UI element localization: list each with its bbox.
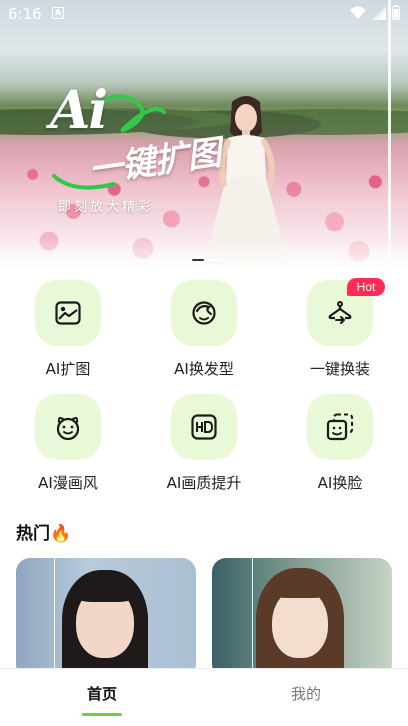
feature-ai-quality[interactable]: AI画质提升 (136, 392, 272, 502)
card-model-bangs (74, 580, 136, 602)
wifi-icon (350, 6, 366, 19)
feature-ai-hairstyle[interactable]: AI换发型 (136, 278, 272, 388)
bottom-nav: 首页 我的 (0, 668, 408, 726)
cartoon-face-icon (56, 417, 80, 440)
feature-ai-cartoon[interactable]: AI漫画风 (0, 392, 136, 502)
brand-ai-mark: Ai (50, 80, 108, 141)
card-compare-divider (252, 558, 253, 678)
card-model-bangs (268, 578, 332, 598)
feature-tile[interactable] (171, 280, 237, 346)
card-compare-divider (54, 558, 55, 678)
nav-label: 首页 (86, 685, 117, 703)
face-swap-icon (326, 413, 353, 441)
feature-tile[interactable] (35, 280, 101, 346)
status-bar: 6:16 A (0, 0, 408, 28)
signal-icon (372, 5, 386, 20)
feature-label: AI漫画风 (38, 474, 98, 492)
carousel-dot (208, 259, 222, 261)
hot-card[interactable] (16, 558, 196, 678)
home-screen: Ai 一键扩图 即刻放大精彩 6:16 A AI扩图 AI换发型 一键换装 AI… (0, 0, 408, 726)
outfit-icon (328, 301, 352, 324)
banner-fade (0, 238, 408, 278)
fire-icon: 🔥 (50, 524, 72, 544)
feature-label: 一键换装 (309, 360, 370, 378)
card-model-face (272, 588, 328, 658)
hd-icon (191, 414, 217, 440)
status-time: 6:16 (8, 5, 42, 23)
carousel-dot-active (192, 259, 204, 261)
feature-label: AI换发型 (174, 360, 234, 378)
carousel-indicator (192, 259, 222, 261)
notification-icon: A (52, 7, 64, 19)
feature-tile[interactable] (171, 394, 237, 460)
hot-badge: Hot (347, 278, 385, 296)
feature-outfit-change[interactable]: 一键换装 (272, 278, 408, 388)
feature-ai-expand[interactable]: AI扩图 (0, 278, 136, 388)
battery-icon (392, 5, 400, 20)
nav-item-home[interactable]: 首页 (0, 669, 204, 726)
feature-label: AI画质提升 (166, 474, 242, 492)
nav-active-indicator (82, 713, 122, 716)
banner-subtitle: 即刻放大精彩 (58, 200, 155, 215)
feature-label: AI换脸 (317, 474, 363, 492)
hot-section-title: 热门🔥 (16, 519, 71, 544)
hot-card[interactable] (212, 558, 392, 678)
feature-tile[interactable] (307, 394, 373, 460)
hairstyle-icon (192, 301, 216, 325)
promo-banner[interactable]: Ai 一键扩图 即刻放大精彩 (0, 0, 408, 278)
feature-tile[interactable] (35, 394, 101, 460)
nav-item-mine[interactable]: 我的 (204, 669, 408, 726)
feature-ai-faceswap[interactable]: AI换脸 (272, 392, 408, 502)
feature-label: AI扩图 (45, 360, 91, 378)
banner-brand: Ai 一键扩图 即刻放大精彩 (44, 80, 224, 220)
hot-section-label: 热门 (16, 524, 50, 544)
nav-label: 我的 (290, 685, 321, 703)
expand-image-icon (55, 301, 81, 325)
comparison-divider[interactable] (388, 0, 391, 278)
